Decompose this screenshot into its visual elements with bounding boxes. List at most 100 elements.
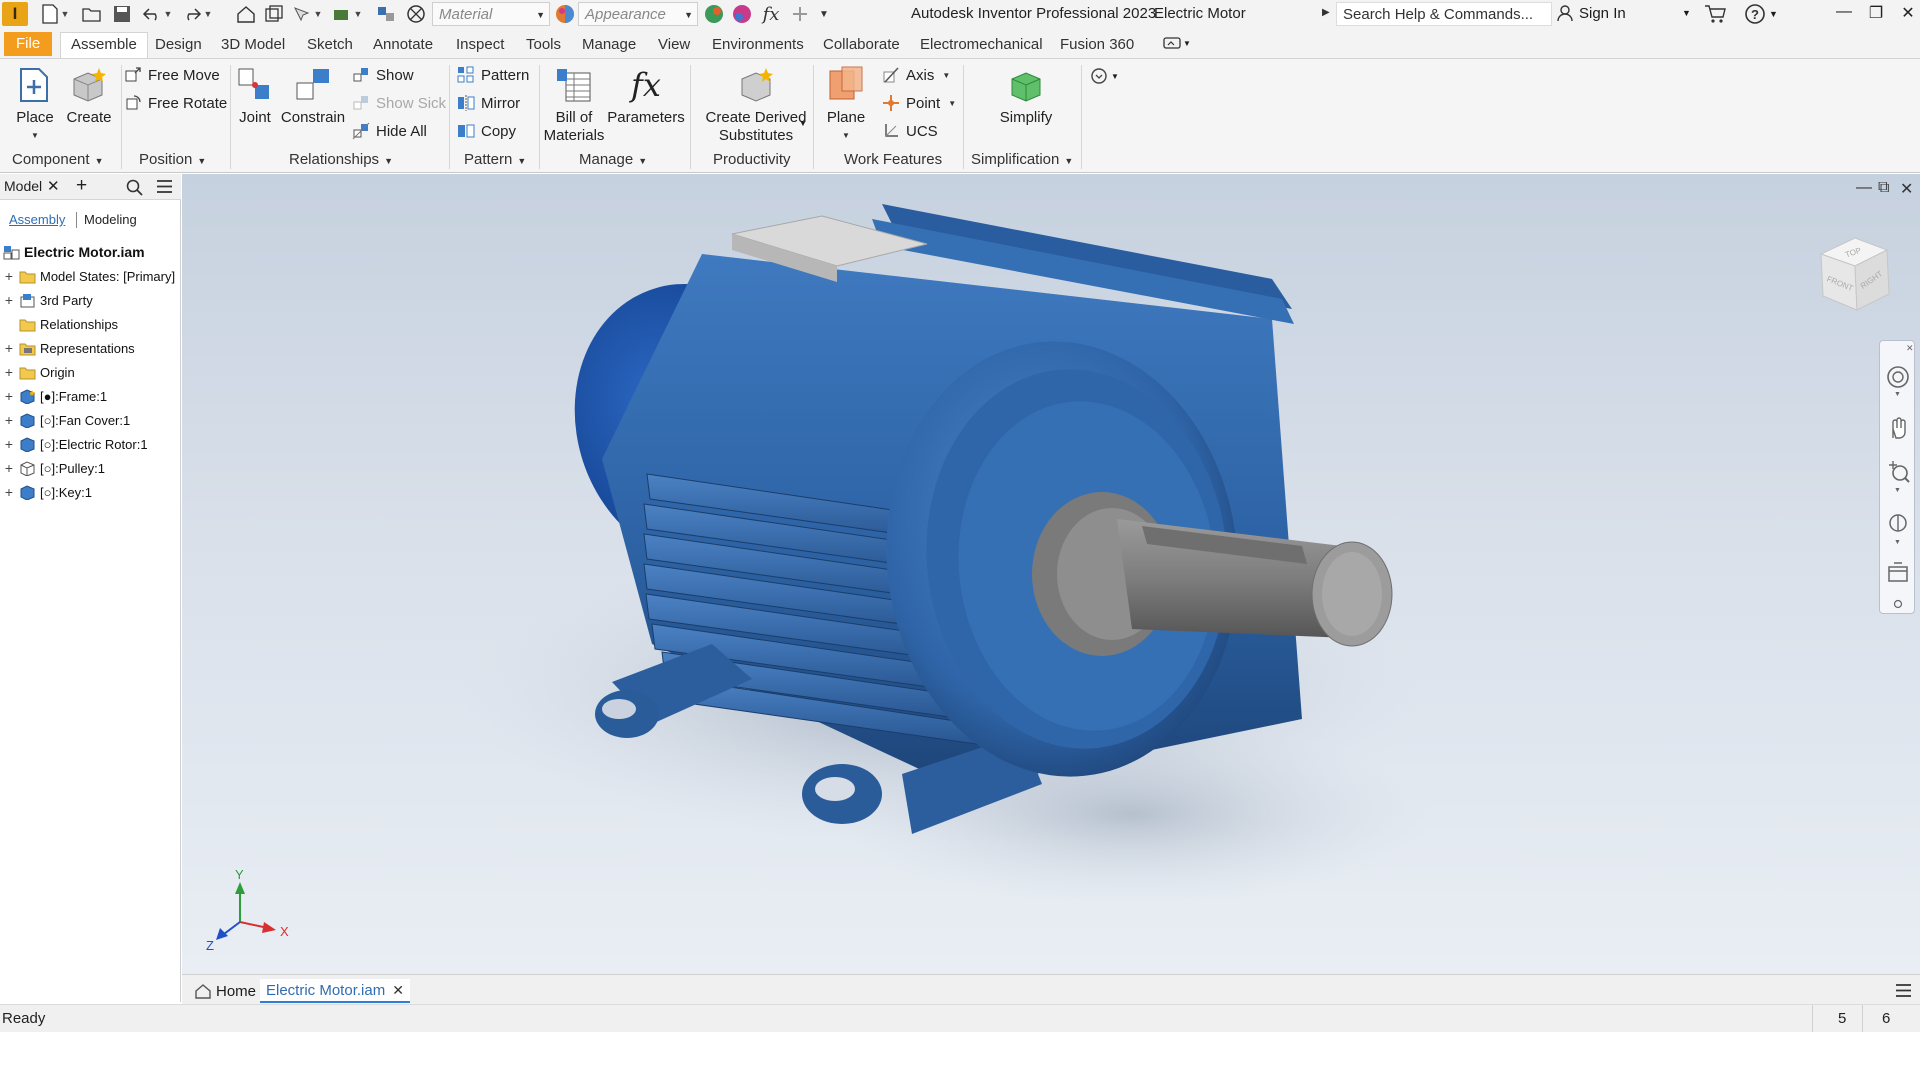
tab-electromechanical[interactable]: Electromechanical xyxy=(920,33,1043,57)
point-button[interactable]: Point ▼ xyxy=(882,92,956,114)
show-sick-button[interactable]: Show Sick xyxy=(352,92,446,114)
redo-icon[interactable]: ▼ xyxy=(180,2,214,26)
tree-item-representations[interactable]: + Representations xyxy=(0,337,181,359)
tree-item-relationships[interactable]: Relationships xyxy=(0,313,181,335)
open-file-icon[interactable] xyxy=(80,2,104,26)
orbit-dropdown-icon[interactable]: ▼ xyxy=(1894,539,1901,546)
mirror-button[interactable]: Mirror xyxy=(457,92,520,114)
expand-icon[interactable]: + xyxy=(3,364,15,380)
tree-item-pulley[interactable]: + [○]:Pulley:1 xyxy=(0,457,181,479)
tree-item-model-states[interactable]: + Model States: [Primary] xyxy=(0,265,181,287)
electric-motor-model[interactable] xyxy=(182,174,1920,974)
cart-icon[interactable] xyxy=(1704,4,1726,24)
sign-in-button[interactable]: Sign In xyxy=(1556,4,1626,22)
close-tab-icon[interactable]: ✕ xyxy=(392,982,404,999)
projects-icon[interactable] xyxy=(262,2,286,26)
new-file-icon[interactable]: ▼ xyxy=(38,2,72,26)
home-icon[interactable] xyxy=(234,2,258,26)
ucs-button[interactable]: UCS xyxy=(882,120,938,142)
tree-item-3rd-party[interactable]: + 3rd Party xyxy=(0,289,181,311)
tree-item-origin[interactable]: + Origin xyxy=(0,361,181,383)
subtab-assembly[interactable]: Assembly xyxy=(9,212,65,227)
tab-fusion-360[interactable]: Fusion 360 xyxy=(1060,33,1134,57)
show-button[interactable]: Show xyxy=(352,64,414,86)
search-expand-icon[interactable]: ▶ xyxy=(1322,7,1330,18)
steering-wheel-icon[interactable] xyxy=(1886,365,1910,389)
navbar-close-icon[interactable]: ✕ xyxy=(1906,343,1914,354)
viewcube[interactable]: TOP FRONT RIGHT xyxy=(1805,224,1901,320)
ribbon-more-icon[interactable]: ▼ xyxy=(1090,67,1119,85)
expand-icon[interactable]: + xyxy=(3,388,15,404)
component-group-label[interactable]: Component ▼ xyxy=(12,151,103,168)
search-input[interactable]: Search Help & Commands... xyxy=(1336,2,1552,26)
measure-icon[interactable]: ▼ xyxy=(330,2,364,26)
browser-title[interactable]: Model xyxy=(4,178,42,194)
tab-tools[interactable]: Tools xyxy=(526,33,561,57)
tab-3d-model[interactable]: 3D Model xyxy=(221,33,285,57)
bill-of-materials-button[interactable]: Bill of Materials xyxy=(544,65,604,145)
zoom-icon[interactable] xyxy=(1886,459,1910,483)
position-group-label[interactable]: Position ▼ xyxy=(139,151,206,168)
clear-override-icon[interactable] xyxy=(730,2,754,26)
browser-search-icon[interactable] xyxy=(126,179,143,196)
tab-annotate[interactable]: Annotate xyxy=(373,33,433,57)
restore-button[interactable]: ❐ xyxy=(1862,3,1890,25)
expand-icon[interactable]: + xyxy=(3,436,15,452)
ribbon-display-options-icon[interactable]: ▼ xyxy=(1163,36,1191,50)
browser-close-icon[interactable]: ✕ xyxy=(47,177,60,195)
tree-item-electric-rotor[interactable]: + [○]:Electric Rotor:1 xyxy=(0,433,181,455)
minimize-button[interactable]: — xyxy=(1830,3,1858,25)
relationships-group-label[interactable]: Relationships ▼ xyxy=(289,151,393,168)
tab-file[interactable]: File xyxy=(4,32,53,56)
expand-icon[interactable]: + xyxy=(3,412,15,428)
plane-button[interactable]: Plane ▼ xyxy=(822,65,870,145)
pattern-group-label[interactable]: Pattern ▼ xyxy=(464,151,526,168)
tab-inspect[interactable]: Inspect xyxy=(456,33,504,57)
free-move-button[interactable]: Free Move xyxy=(124,64,220,86)
create-derived-substitutes-button[interactable]: Create Derived Substitutes xyxy=(700,65,812,145)
adjust-appearance-icon[interactable] xyxy=(702,2,726,26)
expand-icon[interactable]: + xyxy=(3,484,15,500)
simplification-group-label[interactable]: Simplification ▼ xyxy=(971,151,1073,168)
rebuild-icon[interactable] xyxy=(374,2,398,26)
tab-design[interactable]: Design xyxy=(155,33,202,57)
home-tab[interactable]: Home xyxy=(188,979,262,1003)
browser-add-icon[interactable]: + xyxy=(76,175,87,197)
simplify-button[interactable]: Simplify xyxy=(994,65,1058,127)
select-priority-icon[interactable]: ▼ xyxy=(290,2,324,26)
tree-item-key[interactable]: + [○]:Key:1 xyxy=(0,481,181,503)
pan-icon[interactable] xyxy=(1886,417,1910,441)
tree-item-fan-cover[interactable]: + [○]:Fan Cover:1 xyxy=(0,409,181,431)
add-icon[interactable] xyxy=(788,2,812,26)
joint-button[interactable]: Joint xyxy=(235,65,275,127)
tab-view[interactable]: View xyxy=(658,33,690,57)
save-icon[interactable] xyxy=(110,2,134,26)
document-tabs-menu-icon[interactable] xyxy=(1895,983,1912,998)
customize-qat-icon[interactable]: ▼ xyxy=(814,2,834,26)
create-button[interactable]: Create xyxy=(66,65,112,127)
document-tab-electric-motor[interactable]: Electric Motor.iam ✕ xyxy=(260,979,410,1003)
tab-assemble[interactable]: Assemble xyxy=(60,32,148,59)
tab-manage[interactable]: Manage xyxy=(582,33,636,57)
parameters-button[interactable]: fx Parameters xyxy=(607,65,685,127)
tab-environments[interactable]: Environments xyxy=(712,33,804,57)
undo-icon[interactable]: ▼ xyxy=(140,2,174,26)
expand-icon[interactable]: + xyxy=(3,292,15,308)
appearance-combo[interactable]: Appearance ▼ xyxy=(578,2,698,26)
subtab-modeling[interactable]: Modeling xyxy=(84,212,137,227)
copy-button[interactable]: Copy xyxy=(457,120,516,142)
app-logo[interactable]: I xyxy=(2,2,28,26)
steering-wheel-dropdown-icon[interactable]: ▼ xyxy=(1894,391,1901,398)
clear-appearance-icon[interactable] xyxy=(404,2,428,26)
free-rotate-button[interactable]: Free Rotate xyxy=(124,92,227,114)
look-at-icon[interactable] xyxy=(1886,561,1910,585)
help-icon[interactable]: ? ▼ xyxy=(1744,3,1778,25)
graphics-window[interactable]: — ⧉ ✕ TOP FRONT RIGHT Y X Z xyxy=(182,174,1920,974)
constrain-button[interactable]: Constrain xyxy=(281,65,345,127)
account-dropdown-icon[interactable]: ▼ xyxy=(1682,8,1691,18)
hide-all-button[interactable]: Hide All xyxy=(352,120,427,142)
material-combo[interactable]: Material ▼ xyxy=(432,2,550,26)
manage-group-label[interactable]: Manage ▼ xyxy=(579,151,647,168)
pattern-button[interactable]: Pattern xyxy=(457,64,529,86)
tab-sketch[interactable]: Sketch xyxy=(307,33,353,57)
